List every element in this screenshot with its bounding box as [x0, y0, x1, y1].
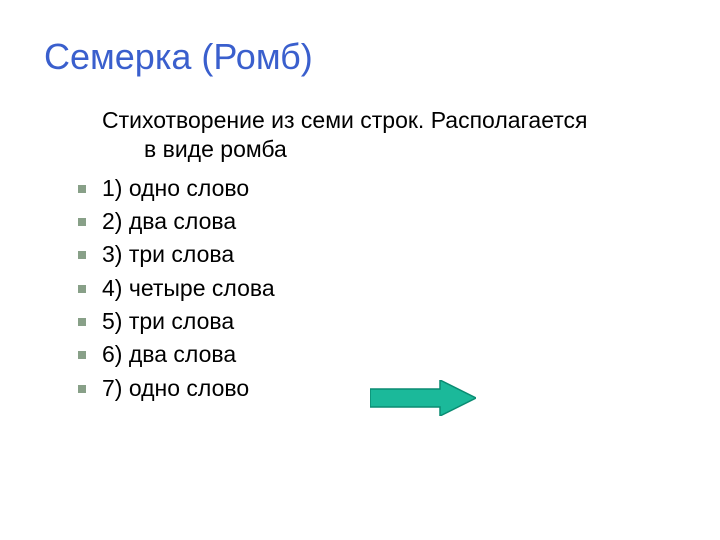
- list-item: 1) одно слово: [102, 172, 676, 205]
- list-item: 5) три слова: [102, 305, 676, 338]
- right-arrow-icon: [370, 380, 476, 416]
- slide-content: Стихотворение из семи строк. Располагает…: [44, 106, 676, 405]
- slide-title: Семерка (Ромб): [44, 36, 676, 78]
- list-item: 4) четыре слова: [102, 272, 676, 305]
- slide: Семерка (Ромб) Стихотворение из семи стр…: [0, 0, 720, 540]
- description-text: Стихотворение из семи строк. Располагает…: [102, 106, 676, 164]
- list-item: 3) три слова: [102, 238, 676, 271]
- bullet-list: 1) одно слово 2) два слова 3) три слова …: [102, 172, 676, 405]
- description-line-2: в виде ромба: [102, 135, 676, 164]
- arrow-shape: [370, 380, 476, 416]
- list-item: 2) два слова: [102, 205, 676, 238]
- list-item: 6) два слова: [102, 338, 676, 371]
- description-line-1: Стихотворение из семи строк. Располагает…: [102, 106, 676, 135]
